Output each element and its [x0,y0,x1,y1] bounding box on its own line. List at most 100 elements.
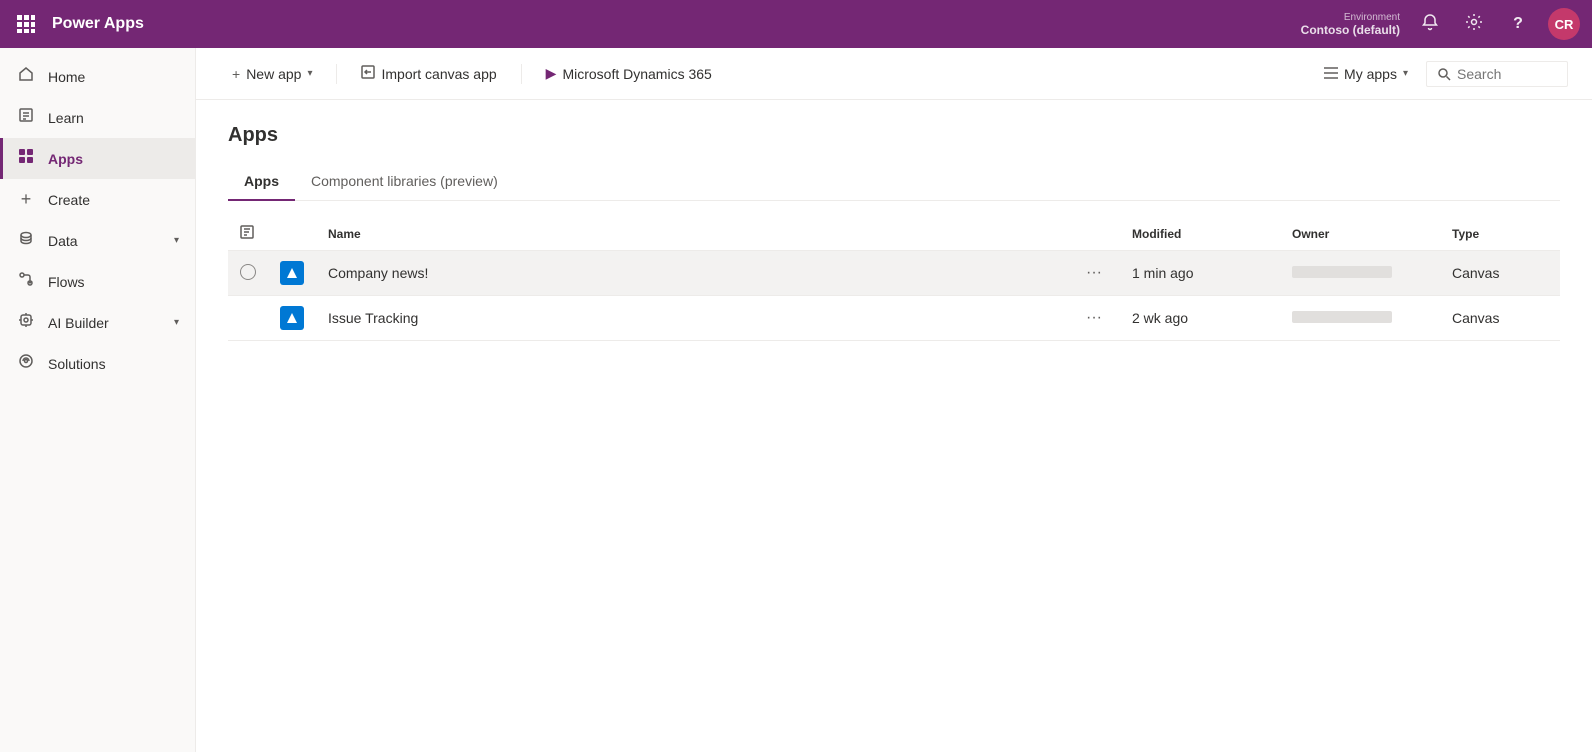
search-icon [1437,67,1451,81]
topbar-right: Environment Contoso (default) ? CR [1301,8,1580,40]
create-icon: + [16,189,36,210]
sidebar-item-apps[interactable]: Apps [0,138,195,179]
page-content: Apps Apps Component libraries (preview) [196,100,1592,752]
solutions-icon [16,353,36,374]
row-more-1[interactable]: ··· [1068,251,1120,296]
dynamics-button[interactable]: ▶ Microsoft Dynamics 365 [534,59,724,88]
sidebar: Home Learn Apps [0,48,196,752]
col-header-more [1068,217,1120,251]
col-header-icon [268,217,316,251]
row-icon-1 [268,251,316,296]
new-app-plus-icon: + [232,66,240,82]
data-chevron-icon: ▾ [174,235,179,246]
layout: Home Learn Apps [0,48,1592,752]
flows-icon [16,271,36,292]
ai-builder-icon [16,312,36,333]
help-icon[interactable]: ? [1504,15,1532,33]
filter-icon[interactable] [240,228,254,242]
dynamics-play-icon: ▶ [546,65,557,82]
sidebar-item-ai-builder[interactable]: AI Builder ▾ [0,302,195,343]
app-icon-issue-tracking [280,306,304,330]
owner-placeholder-1 [1292,266,1392,278]
settings-icon[interactable] [1460,13,1488,36]
table-body: Company news! ··· 1 min ago Canvas [228,251,1560,341]
ai-builder-chevron-icon: ▾ [174,317,179,328]
sidebar-item-flows[interactable]: Flows [0,261,195,302]
new-app-button[interactable]: + New app ▾ [220,60,324,88]
table-row[interactable]: Issue Tracking ··· 2 wk ago Canvas [228,296,1560,341]
dynamics-label: Microsoft Dynamics 365 [562,66,711,82]
owner-placeholder-2 [1292,311,1392,323]
import-canvas-button[interactable]: Import canvas app [349,59,508,88]
user-avatar[interactable]: CR [1548,8,1580,40]
topbar: Power Apps Environment Contoso (default)… [0,0,1592,48]
sidebar-label-flows: Flows [48,274,85,290]
search-box[interactable] [1426,61,1568,87]
row-modified-2: 2 wk ago [1120,296,1280,341]
sidebar-item-data[interactable]: Data ▾ [0,220,195,261]
bell-icon[interactable] [1416,13,1444,36]
toolbar-separator-2 [521,64,522,84]
row-type-2: Canvas [1440,296,1560,341]
app-title: Power Apps [52,15,1289,33]
col-header-modified[interactable]: Modified [1120,217,1280,251]
import-label: Import canvas app [381,66,496,82]
col-header-type[interactable]: Type [1440,217,1560,251]
sidebar-label-learn: Learn [48,110,84,126]
tab-component-libraries[interactable]: Component libraries (preview) [295,163,514,201]
more-button-2[interactable]: ··· [1080,307,1108,329]
sidebar-label-data: Data [48,233,78,249]
search-input[interactable] [1457,66,1557,82]
apps-icon [16,148,36,169]
learn-icon [16,107,36,128]
my-apps-label: My apps [1344,66,1397,82]
sidebar-item-home[interactable]: Home [0,56,195,97]
more-button-1[interactable]: ··· [1080,262,1108,284]
row-radio-1[interactable] [240,264,256,280]
row-more-2[interactable]: ··· [1068,296,1120,341]
table-header: Name Modified Owner Type [228,217,1560,251]
sidebar-label-home: Home [48,69,85,85]
toolbar-right: My apps ▾ [1314,60,1568,88]
app-icon-company-news [280,261,304,285]
my-apps-button[interactable]: My apps ▾ [1314,60,1418,88]
new-app-label: New app [246,66,301,82]
sidebar-item-solutions[interactable]: Solutions [0,343,195,384]
main-content: + New app ▾ Import canvas app ▶ Microsof… [196,48,1592,752]
sidebar-item-create[interactable]: + Create [0,179,195,220]
environment-name: Contoso (default) [1301,23,1400,37]
new-app-chevron-icon: ▾ [307,68,312,79]
apps-table: Name Modified Owner Type [228,217,1560,341]
row-icon-2 [268,296,316,341]
col-header-owner[interactable]: Owner [1280,217,1440,251]
sidebar-label-ai-builder: AI Builder [48,315,109,331]
sidebar-label-apps: Apps [48,151,83,167]
tab-apps[interactable]: Apps [228,163,295,201]
toolbar: + New app ▾ Import canvas app ▶ Microsof… [196,48,1592,100]
my-apps-menu-icon [1324,66,1338,82]
sidebar-label-create: Create [48,192,90,208]
tabs: Apps Component libraries (preview) [228,163,1560,201]
row-name-2[interactable]: Issue Tracking [316,296,1068,341]
row-check-2[interactable] [228,296,268,341]
table-row[interactable]: Company news! ··· 1 min ago Canvas [228,251,1560,296]
col-header-name[interactable]: Name [316,217,1068,251]
environment-selector[interactable]: Environment Contoso (default) [1301,12,1400,37]
waffle-icon[interactable] [12,15,40,33]
row-modified-1: 1 min ago [1120,251,1280,296]
environment-label: Environment [1344,12,1400,23]
my-apps-chevron-icon: ▾ [1403,68,1408,79]
sidebar-label-solutions: Solutions [48,356,106,372]
sidebar-item-learn[interactable]: Learn [0,97,195,138]
import-icon [361,65,375,82]
col-header-check [228,217,268,251]
toolbar-separator-1 [336,64,337,84]
row-name-1[interactable]: Company news! [316,251,1068,296]
page-title: Apps [228,124,1560,147]
data-icon [16,230,36,251]
row-owner-2 [1280,296,1440,341]
home-icon [16,66,36,87]
row-owner-1 [1280,251,1440,296]
row-type-1: Canvas [1440,251,1560,296]
row-check-1[interactable] [228,251,268,296]
